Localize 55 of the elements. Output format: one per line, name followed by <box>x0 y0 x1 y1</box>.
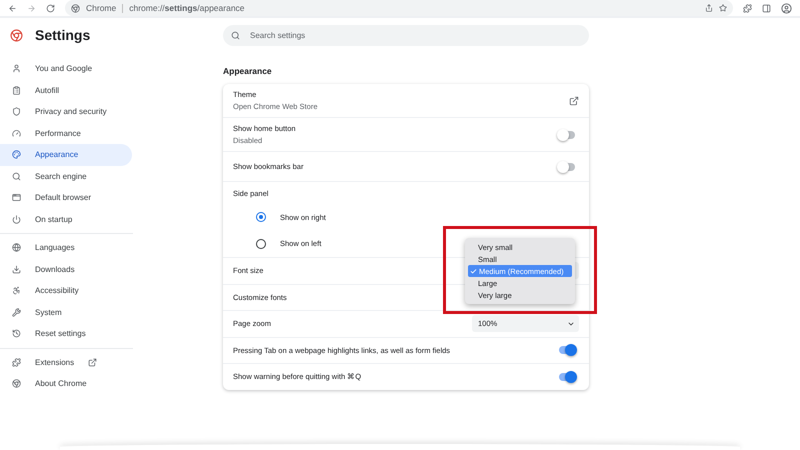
sidebar-item[interactable]: Autofill <box>0 80 132 101</box>
toggle-switch[interactable] <box>557 160 577 172</box>
sidebar-item[interactable]: You and Google <box>0 58 132 80</box>
page-title: Settings <box>35 27 90 43</box>
reload-icon[interactable] <box>46 4 55 12</box>
search-icon <box>12 172 21 181</box>
sidebar-item[interactable]: Search engine <box>0 166 132 187</box>
sidebar-item[interactable]: Extensions <box>0 352 132 373</box>
gauge-icon <box>12 128 21 138</box>
power-icon <box>12 214 21 224</box>
sidebar-item[interactable]: Reset settings <box>0 323 132 344</box>
sidebar-item[interactable]: On startup <box>0 208 132 230</box>
history-icon <box>12 329 21 338</box>
sidebar-item[interactable]: Performance <box>0 122 132 144</box>
chrome-logo-icon <box>71 4 80 12</box>
star-icon[interactable] <box>719 4 727 12</box>
sidebar-item[interactable]: Downloads <box>0 258 132 280</box>
external-link-icon[interactable] <box>569 96 579 106</box>
radio-button[interactable] <box>256 212 266 222</box>
back-icon[interactable] <box>8 4 17 12</box>
radio-button[interactable] <box>256 238 266 249</box>
sidebar-item[interactable]: Appearance <box>0 144 132 166</box>
shield-icon <box>12 107 21 116</box>
wrench-icon <box>12 308 21 317</box>
toggle-switch[interactable] <box>557 344 577 356</box>
avatar-icon[interactable] <box>781 2 792 14</box>
search-icon <box>231 30 240 40</box>
section-title: Appearance <box>223 65 273 78</box>
url-text: chrome://settings/appearance <box>129 3 245 13</box>
puzzle-icon[interactable] <box>743 4 752 12</box>
sidebar-item[interactable]: System <box>0 302 132 323</box>
window-icon <box>12 193 21 202</box>
sidebar-item[interactable]: Accessibility <box>0 280 132 302</box>
toggle-switch[interactable] <box>557 128 577 140</box>
clipboard-icon <box>12 86 21 95</box>
side-panel-icon[interactable] <box>762 4 771 12</box>
download-icon <box>12 264 21 274</box>
chrome-logo-icon <box>12 379 21 388</box>
check-icon <box>470 268 477 274</box>
person-icon <box>12 64 21 74</box>
accessibility-icon <box>12 286 21 296</box>
external-link-icon <box>88 358 98 367</box>
chrome-logo-icon <box>10 28 23 42</box>
sidebar-item[interactable]: Default browser <box>0 187 132 208</box>
toggle-switch[interactable] <box>557 370 577 383</box>
sidebar-item[interactable]: Privacy and security <box>0 101 132 122</box>
palette-icon <box>12 150 21 160</box>
puzzle-icon <box>12 358 21 367</box>
sidebar-item[interactable]: About Chrome <box>0 373 132 394</box>
globe-icon <box>12 243 21 252</box>
search-field[interactable]: Search settings <box>223 24 589 46</box>
share-icon[interactable] <box>705 4 713 12</box>
site-label: Chrome <box>86 4 124 12</box>
sidebar-item[interactable]: Languages <box>0 237 132 258</box>
address-bar[interactable]: Chrome chrome://settings/appearance <box>65 0 733 16</box>
